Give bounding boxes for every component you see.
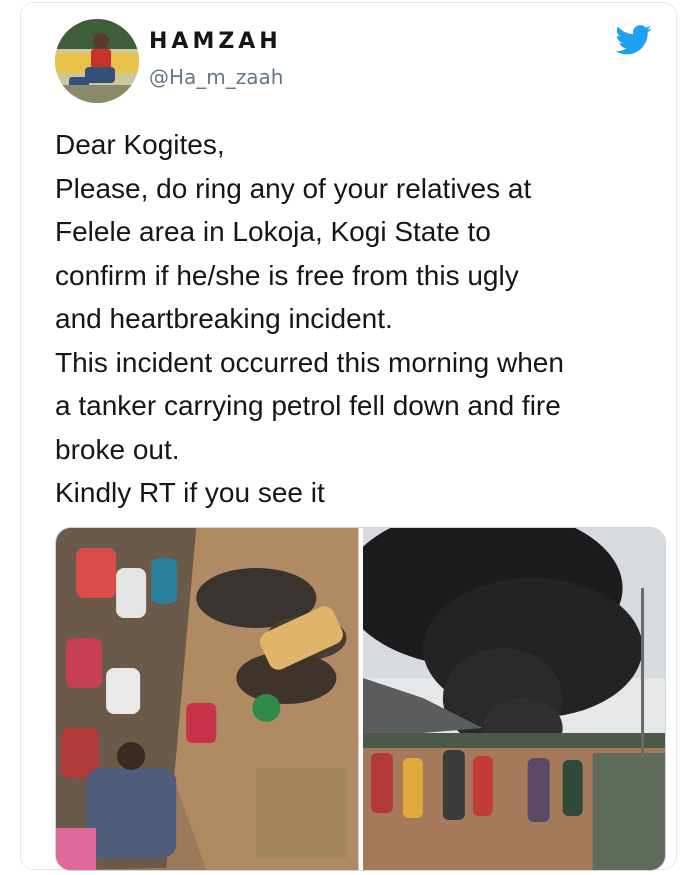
user-handle[interactable]: @Ha_m_zaah: [149, 65, 283, 89]
tweet-text-line: Kindly RT if you see it: [55, 477, 325, 508]
avatar-photo: [55, 19, 139, 103]
tweet-text-line: broke out.: [55, 433, 180, 465]
display-name[interactable]: HAMZAH: [149, 29, 282, 54]
tweet-text-line: This incident occurred this morning when: [55, 346, 564, 378]
tweet-text-line: Please, do ring any of your relatives at: [55, 172, 532, 204]
twitter-bird-icon[interactable]: [615, 25, 652, 55]
twitter-bird-glyph: [615, 25, 652, 55]
tweet-text-line: and heartbreaking incident.: [55, 303, 393, 334]
media-grid: [55, 527, 666, 871]
tweet-text-line: Dear Kogites,: [55, 129, 225, 160]
tweet-text-line: a tanker carrying petrol fell down and f…: [55, 390, 561, 421]
smoke-fire-photo[interactable]: [362, 528, 665, 870]
avatar[interactable]: [55, 19, 139, 103]
tweet-text: Dear Kogites, Please, do ring any of you…: [55, 123, 675, 515]
crowd-scene-image: [56, 528, 359, 870]
crowd-scene-photo[interactable]: [56, 528, 359, 870]
tweet-text-line: confirm if he/she is free from this ugly: [55, 259, 519, 291]
smoke-fire-image: [362, 528, 665, 870]
tweet-text-line: Felele area in Lokoja, Kogi State to: [55, 216, 491, 247]
tweet-card[interactable]: HAMZAH @Ha_m_zaah Dear Kogites, Please, …: [20, 2, 677, 871]
